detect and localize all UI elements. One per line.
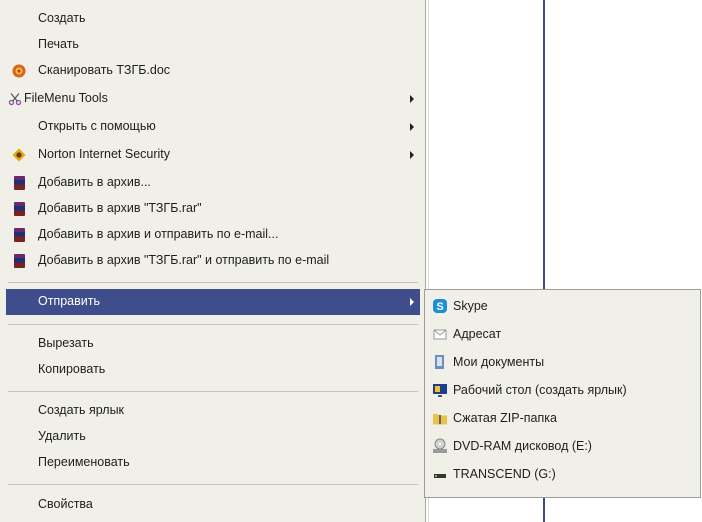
scissors-icon (8, 92, 22, 106)
menu-item-properties[interactable]: Свойства (6, 492, 420, 518)
winrar-icon (14, 176, 25, 190)
menu-separator (8, 484, 418, 485)
dvd-drive-icon (432, 438, 448, 454)
menu-item-cut[interactable]: Вырезать (6, 331, 420, 357)
sendto-skype[interactable]: S Skype (427, 292, 697, 320)
background-window-border-lower (543, 495, 545, 522)
norton-icon (12, 148, 26, 162)
sendto-zip-folder[interactable]: Сжатая ZIP-папка (427, 404, 697, 432)
menu-item-scan[interactable]: Сканировать ТЗГБ.doc (6, 58, 420, 84)
menu-separator (8, 282, 418, 283)
menu-item-archive-and-email[interactable]: Добавить в архив и отправить по e-mail..… (6, 222, 420, 248)
submenu-arrow-icon (410, 95, 414, 103)
my-documents-icon (432, 354, 448, 370)
skype-icon: S (432, 298, 448, 314)
menu-item-create-shortcut[interactable]: Создать ярлык (6, 398, 420, 424)
usb-drive-icon (432, 466, 448, 482)
menu-item-archive-rar-and-email[interactable]: Добавить в архив "ТЗГБ.rar" и отправить … (6, 248, 420, 274)
sendto-desktop[interactable]: Рабочий стол (создать ярлык) (427, 376, 697, 404)
winrar-icon (14, 228, 25, 242)
sendto-mail-recipient[interactable]: Адресат (427, 320, 697, 348)
sendto-dvd-drive[interactable]: DVD-RAM дисковод (E:) (427, 432, 697, 460)
menu-item-send-to[interactable]: Отправить (6, 289, 420, 315)
menu-item-open-with[interactable]: Открыть с помощью (6, 114, 420, 140)
menu-item-create[interactable]: Создать (6, 6, 420, 32)
menu-item-add-to-archive[interactable]: Добавить в архив... (6, 170, 420, 196)
send-to-submenu: S Skype Адресат Мои документы Рабочий ст… (424, 289, 701, 498)
desktop-icon (432, 382, 448, 398)
context-menu: Создать Печать Сканировать ТЗГБ.doc File… (0, 0, 426, 522)
menu-separator (8, 391, 418, 392)
menu-item-norton[interactable]: Norton Internet Security (6, 142, 420, 168)
background-window-border (543, 0, 545, 290)
submenu-arrow-icon (410, 298, 414, 306)
winrar-icon (14, 254, 25, 268)
menu-item-filemenu-tools[interactable]: FileMenu Tools (6, 86, 420, 112)
zip-folder-icon (432, 410, 448, 426)
svg-text:S: S (436, 301, 443, 313)
menu-item-rename[interactable]: Переименовать (6, 450, 420, 476)
menu-item-print[interactable]: Печать (6, 32, 420, 58)
sendto-my-documents[interactable]: Мои документы (427, 348, 697, 376)
antivirus-scan-icon (12, 64, 26, 78)
sendto-transcend-drive[interactable]: TRANSCEND (G:) (427, 460, 697, 488)
mail-recipient-icon (432, 326, 448, 342)
menu-item-copy[interactable]: Копировать (6, 357, 420, 383)
menu-item-add-to-archive-rar[interactable]: Добавить в архив "ТЗГБ.rar" (6, 196, 420, 222)
menu-item-delete[interactable]: Удалить (6, 424, 420, 450)
menu-separator (8, 324, 418, 325)
winrar-icon (14, 202, 25, 216)
submenu-arrow-icon (410, 151, 414, 159)
submenu-arrow-icon (410, 123, 414, 131)
